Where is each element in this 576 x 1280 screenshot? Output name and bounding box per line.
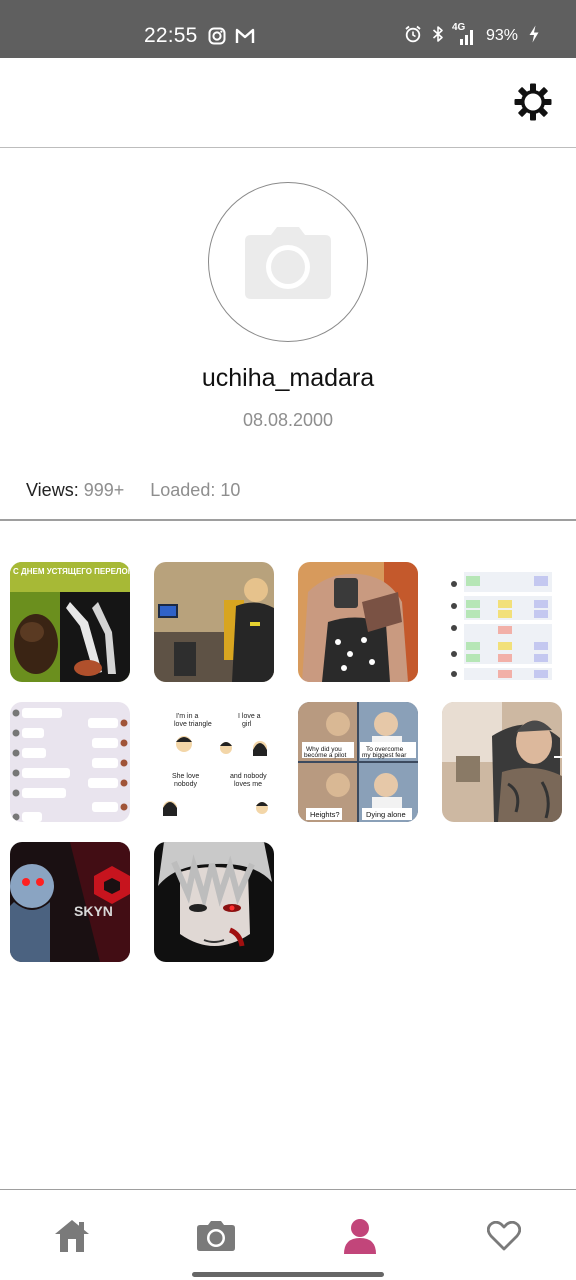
photo-thumbnail[interactable]: I'm in a love triangle I love a girl She… — [154, 702, 274, 822]
photo-thumbnail[interactable]: Why did you become a pilot To overcome m… — [298, 702, 418, 822]
svg-text:Heights?: Heights? — [310, 810, 340, 819]
photo-thumbnail[interactable] — [442, 702, 562, 822]
alarm-icon — [404, 25, 422, 47]
views-value: 999+ — [83, 480, 125, 500]
svg-text:love triangle: love triangle — [174, 721, 212, 728]
camera-icon — [197, 1221, 235, 1251]
svg-text:She love: She love — [172, 773, 199, 780]
svg-text:girl: girl — [242, 721, 252, 728]
profile-section: uchiha_madara 08.08.2000 Views: 999+ Loa… — [0, 150, 576, 520]
photo-thumbnail[interactable] — [10, 702, 130, 822]
heart-icon — [487, 1221, 521, 1251]
views-stat: Views: 999+ — [26, 480, 124, 501]
home-indicator[interactable] — [192, 1272, 384, 1277]
loaded-stat: Loaded: 10 — [150, 480, 241, 500]
gmail-icon — [235, 27, 255, 50]
photo-thumbnail[interactable] — [298, 562, 418, 682]
svg-text:nobody: nobody — [174, 781, 197, 788]
photo-grid: С ДНЕМ УСТЯЩЕГО ПЕРЕЛОМ ДОДЫЖЕ — [10, 562, 566, 962]
bottom-navigation — [0, 1189, 576, 1280]
nav-favorites[interactable] — [484, 1216, 524, 1256]
battery-percent: 93% — [485, 27, 518, 44]
bluetooth-icon — [432, 25, 444, 47]
instagram-icon — [208, 27, 226, 50]
nav-camera[interactable] — [196, 1216, 236, 1256]
svg-text:my biggest fear: my biggest fear — [362, 752, 407, 759]
status-left-icons — [208, 27, 255, 50]
signal-icon: 4G — [452, 22, 476, 45]
nav-home[interactable] — [52, 1216, 92, 1256]
status-bar: 22:55 4G 93% — [0, 0, 576, 58]
person-icon — [344, 1219, 376, 1254]
views-label: Views: — [26, 480, 79, 500]
svg-text:Dying alone: Dying alone — [366, 810, 406, 819]
top-bar — [0, 58, 576, 148]
svg-text:I love a: I love a — [238, 713, 261, 720]
photo-thumbnail[interactable]: SKYN — [10, 842, 130, 962]
charging-icon — [528, 25, 540, 47]
gear-icon — [514, 83, 552, 121]
svg-text:loves me: loves me — [234, 781, 262, 788]
home-icon — [55, 1220, 89, 1252]
svg-text:I'm in a: I'm in a — [176, 713, 198, 720]
status-time: 22:55 — [144, 24, 198, 47]
svg-text:become a pilot: become a pilot — [304, 752, 346, 759]
photo-thumbnail[interactable]: С ДНЕМ УСТЯЩЕГО ПЕРЕЛОМ ДОДЫЖЕ — [10, 562, 130, 682]
camera-icon — [245, 227, 331, 299]
nav-profile[interactable] — [340, 1216, 380, 1256]
photo-thumbnail[interactable] — [154, 562, 274, 682]
status-right: 4G 93% — [404, 22, 540, 47]
username: uchiha_madara — [201, 364, 375, 392]
section-divider — [0, 519, 576, 521]
photo-text: С ДНЕМ УСТЯЩЕГО ПЕРЕЛОМ ДОДЫЖЕ — [13, 567, 130, 576]
photo-thumbnail[interactable] — [154, 842, 274, 962]
avatar[interactable] — [208, 182, 368, 342]
photo-thumbnail[interactable] — [442, 562, 562, 682]
photo-text: SKYN — [74, 903, 113, 919]
network-type: 4G — [451, 22, 466, 33]
birthdate: 08.08.2000 — [242, 410, 334, 430]
settings-button[interactable] — [513, 82, 553, 122]
profile-stats: Views: 999+ Loaded: 10 — [26, 480, 240, 501]
svg-text:and nobody: and nobody — [230, 773, 267, 780]
